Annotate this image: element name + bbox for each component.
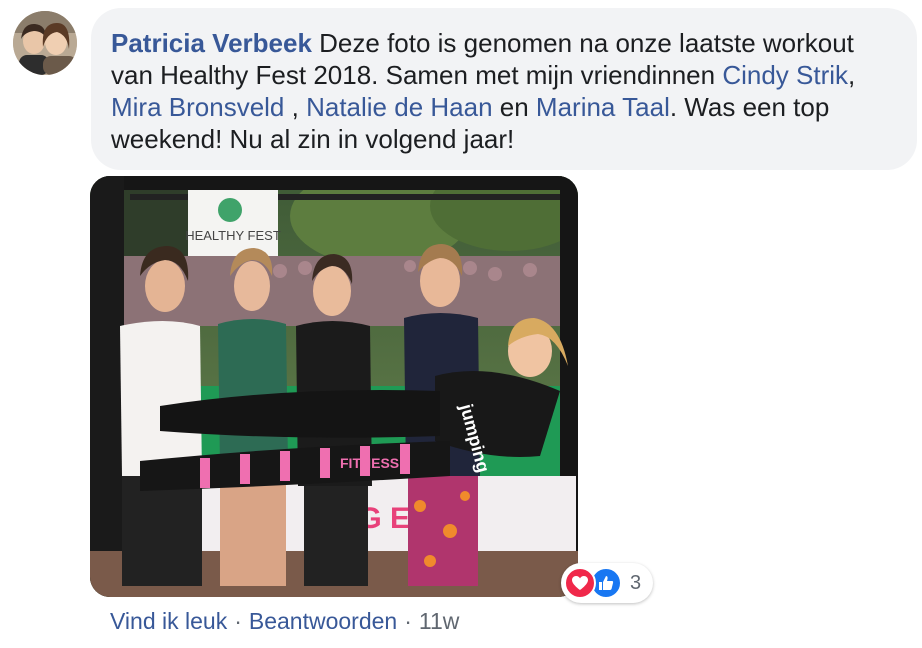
heart-icon [564,567,596,599]
mention-cindy-strik[interactable]: Cindy Strik [722,60,848,90]
comment-text: , [848,60,856,90]
comment-text: en [492,92,536,122]
photo-illustration: HEALTHY FEST TU G ESSN jumping FITNESS [90,176,578,597]
mention-marina-taal[interactable]: Marina Taal [536,92,670,122]
comment-actions: Vind ik leuk · Beantwoorden · 11w [110,608,459,635]
reply-link[interactable]: Beantwoorden [249,608,397,635]
avatar[interactable] [13,11,77,75]
like-link[interactable]: Vind ik leuk [110,608,227,635]
reaction-count: 3 [630,571,642,594]
comment-text: , [291,92,307,122]
separator: · [404,608,412,634]
legging-text: FITNESS [340,455,399,471]
comment-author-link[interactable]: Patricia Verbeek [111,28,312,58]
reactions-summary[interactable]: 3 [561,563,653,603]
mention-mira-bronsveld[interactable]: Mira Bronsveld [111,92,292,122]
mention-natalie-de-haan[interactable]: Natalie de Haan [306,92,492,122]
comment-bubble: Patricia Verbeek Deze foto is genomen na… [91,8,917,170]
comment-photo[interactable]: HEALTHY FEST TU G ESSN jumping FITNESS [90,176,578,597]
avatar-image [13,11,77,75]
separator: · [234,608,242,634]
timestamp-link[interactable]: 11w [419,608,460,635]
stage-sign-text: HEALTHY FEST [185,228,281,243]
